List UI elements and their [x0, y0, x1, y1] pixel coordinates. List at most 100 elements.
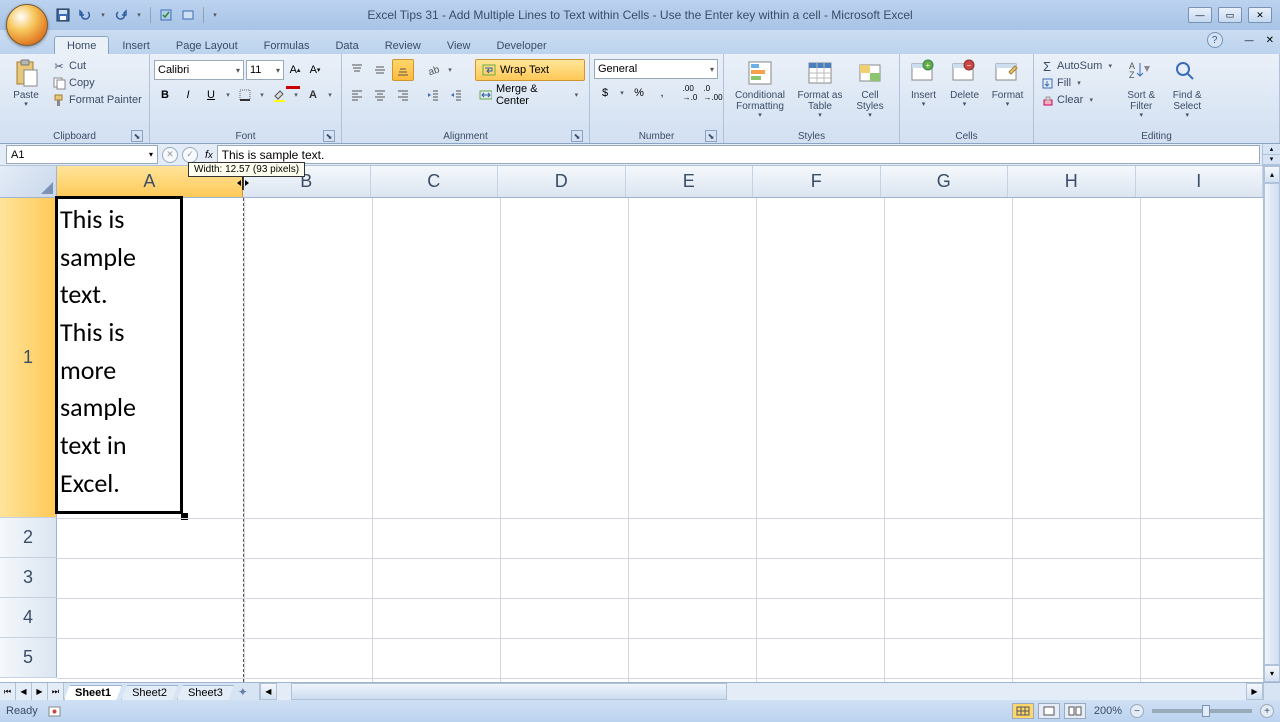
qat-customize-dropdown[interactable]: ▾ [210, 11, 220, 19]
row-header-1[interactable]: 1 [0, 198, 57, 518]
paste-button[interactable]: Paste ▾ [4, 56, 48, 111]
align-middle-button[interactable] [369, 59, 391, 81]
column-header-f[interactable]: F [753, 166, 881, 197]
tab-data[interactable]: Data [322, 36, 371, 54]
find-select-button[interactable]: Find & Select▾ [1165, 56, 1209, 122]
close-button[interactable]: ✕ [1248, 7, 1272, 23]
number-launcher[interactable]: ⬊ [705, 130, 717, 142]
alignment-launcher[interactable]: ⬊ [571, 130, 583, 142]
scroll-up-button[interactable]: ▴ [1264, 166, 1280, 183]
wrap-text-button[interactable]: Wrap Text [475, 59, 585, 81]
clipboard-launcher[interactable]: ⬊ [131, 130, 143, 142]
cut-button[interactable]: ✂Cut [50, 58, 144, 74]
grow-font-button[interactable]: A▴ [286, 59, 304, 81]
scroll-left-button[interactable]: ◀ [260, 683, 277, 700]
copy-button[interactable]: Copy [50, 75, 144, 91]
vertical-scrollbar[interactable] [1264, 183, 1280, 665]
format-as-table-button[interactable]: Format as Table▾ [794, 56, 846, 122]
tab-insert[interactable]: Insert [109, 36, 163, 54]
help-icon[interactable]: ? [1207, 32, 1223, 48]
tab-page-layout[interactable]: Page Layout [163, 36, 251, 54]
minimize-button[interactable]: — [1188, 7, 1212, 23]
sheet-tab-sheet1[interactable]: Sheet1 [64, 685, 122, 700]
borders-button[interactable] [234, 84, 256, 106]
cell-styles-button[interactable]: Cell Styles▾ [848, 56, 892, 122]
tab-formulas[interactable]: Formulas [251, 36, 323, 54]
new-sheet-button[interactable]: ✦ [233, 683, 253, 700]
italic-button[interactable]: I [177, 84, 199, 106]
scroll-right-button[interactable]: ▶ [1246, 683, 1263, 700]
normal-view-button[interactable] [1012, 703, 1034, 719]
conditional-formatting-button[interactable]: Conditional Formatting▾ [728, 56, 792, 122]
tab-view[interactable]: View [434, 36, 484, 54]
orientation-button[interactable]: ab [422, 59, 444, 81]
font-name-combo[interactable]: Calibri▾ [154, 60, 244, 80]
select-all-corner[interactable] [0, 166, 57, 197]
decrease-indent-button[interactable] [422, 84, 444, 106]
underline-dropdown[interactable]: ▾ [223, 84, 233, 106]
align-right-button[interactable] [392, 84, 414, 106]
bold-button[interactable]: B [154, 84, 176, 106]
zoom-out-button[interactable]: − [1130, 704, 1144, 718]
tab-home[interactable]: Home [54, 36, 109, 54]
percent-button[interactable]: % [628, 82, 650, 104]
font-color-button[interactable]: A [302, 84, 324, 106]
qat-tool-2-icon[interactable] [179, 6, 197, 24]
maximize-button[interactable]: ▭ [1218, 7, 1242, 23]
borders-dropdown[interactable]: ▾ [257, 84, 267, 106]
clear-button[interactable]: Clear▾ [1038, 92, 1117, 108]
undo-icon[interactable] [76, 6, 94, 24]
comma-button[interactable]: , [651, 82, 673, 104]
macro-record-icon[interactable] [48, 704, 62, 718]
sheet-tab-sheet2[interactable]: Sheet2 [121, 685, 178, 700]
sheet-next-button[interactable]: ▶ [32, 683, 48, 700]
row-header-3[interactable]: 3 [0, 558, 57, 598]
increase-indent-button[interactable] [445, 84, 467, 106]
page-layout-view-button[interactable] [1038, 703, 1060, 719]
zoom-slider[interactable] [1152, 709, 1252, 713]
office-button[interactable] [6, 4, 48, 46]
column-header-e[interactable]: E [626, 166, 754, 197]
delete-cells-button[interactable]: −Delete▾ [945, 56, 984, 111]
column-header-d[interactable]: D [498, 166, 626, 197]
sheet-tab-sheet3[interactable]: Sheet3 [177, 685, 234, 700]
column-header-i[interactable]: I [1136, 166, 1263, 197]
sheet-prev-button[interactable]: ◀ [16, 683, 32, 700]
column-header-h[interactable]: H [1008, 166, 1136, 197]
font-color-dropdown[interactable]: ▾ [325, 84, 335, 106]
row-header-2[interactable]: 2 [0, 518, 57, 558]
zoom-level[interactable]: 200% [1094, 705, 1122, 717]
tab-developer[interactable]: Developer [483, 36, 559, 54]
accounting-format-button[interactable]: $ [594, 82, 616, 104]
tab-review[interactable]: Review [372, 36, 434, 54]
cell-a1[interactable]: This is sample text. This is more sample… [55, 196, 183, 514]
sheet-first-button[interactable]: ⏮ [0, 683, 16, 700]
format-painter-button[interactable]: Format Painter [50, 92, 144, 108]
enter-formula-icon[interactable]: ✓ [182, 147, 198, 163]
underline-button[interactable]: U [200, 84, 222, 106]
sort-filter-button[interactable]: AZSort & Filter▾ [1119, 56, 1163, 122]
column-header-c[interactable]: C [371, 166, 499, 197]
redo-icon[interactable] [112, 6, 130, 24]
format-cells-button[interactable]: Format▾ [986, 56, 1029, 111]
shrink-font-button[interactable]: A▾ [306, 59, 324, 81]
align-center-button[interactable] [369, 84, 391, 106]
increase-decimal-button[interactable]: .00→.0 [679, 82, 701, 104]
save-icon[interactable] [54, 6, 72, 24]
ribbon-minimize-button[interactable]: — [1245, 35, 1254, 45]
font-size-combo[interactable]: 11▾ [246, 60, 284, 80]
orientation-dropdown[interactable]: ▾ [445, 59, 455, 81]
formula-expand-button[interactable]: ▾ [1263, 155, 1280, 166]
scroll-down-button[interactable]: ▾ [1264, 665, 1280, 682]
cancel-formula-icon[interactable]: ✕ [162, 147, 178, 163]
column-header-g[interactable]: G [881, 166, 1009, 197]
row-header-5[interactable]: 5 [0, 638, 57, 678]
autosum-button[interactable]: ΣAutoSum▾ [1038, 58, 1117, 74]
name-box[interactable]: A1▾ [6, 145, 158, 164]
sheet-last-button[interactable]: ⏭ [48, 683, 64, 700]
font-launcher[interactable]: ⬊ [323, 130, 335, 142]
decrease-decimal-button[interactable]: .0→.00 [702, 82, 724, 104]
align-left-button[interactable] [346, 84, 368, 106]
align-top-button[interactable] [346, 59, 368, 81]
formula-bar[interactable]: This is sample text. [217, 145, 1260, 164]
